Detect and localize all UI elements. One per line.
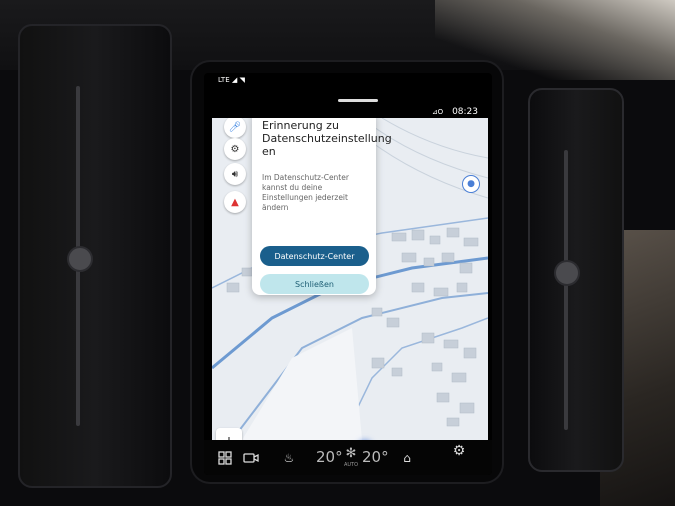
app-grid-icon[interactable] [216, 449, 234, 467]
privacy-center-button[interactable]: Datenschutz-Center [260, 246, 369, 266]
clock: 08:23 [452, 107, 478, 117]
left-vent-knob [67, 246, 93, 272]
network-indicator: LTE ◢ ◥ [218, 76, 245, 84]
infotainment-screen: LTE ◢ ◥ ⊿O 08:23 🎤︎ ⚙ 🔊︎ ▲ ● Erinnerung … [204, 73, 492, 475]
top-drawer-handle[interactable] [338, 99, 378, 102]
privacy-reminder-dialog: Erinnerung zu Datenschutzeinstellung en … [252, 118, 392, 295]
sound-icon[interactable]: 🔊︎ [224, 163, 246, 185]
camera-icon[interactable] [242, 449, 260, 467]
right-air-vent [528, 88, 624, 472]
passenger-seat-icon[interactable]: ⌂ [398, 449, 416, 467]
climate-settings-gear-icon[interactable]: ⚙ [450, 442, 468, 460]
fan-icon[interactable]: ✻ [344, 446, 358, 461]
settings-gear-icon[interactable]: ⚙ [224, 138, 246, 160]
driver-seat-heat-icon[interactable]: ♨ [280, 449, 298, 467]
status-bar: LTE ◢ ◥ [204, 73, 492, 91]
right-vent-knob [554, 260, 580, 286]
profile-icon[interactable]: ● [462, 175, 480, 193]
map-view[interactable]: 🎤︎ ⚙ 🔊︎ ▲ ● + − Erinnerung zu Datenschut… [212, 118, 488, 440]
dialog-message: Im Datenschutz-Center kannst du deine Ei… [262, 173, 349, 212]
zoom-controls: + − [216, 428, 242, 440]
compass-icon[interactable]: ▲ [224, 191, 246, 213]
climate-bar: ♨ 20° ✻ AUTO 20° ⌂ ⚙ [204, 440, 492, 475]
zoom-in-button[interactable]: + [216, 428, 242, 441]
left-air-vent [18, 24, 172, 488]
fan-auto-label: AUTO [344, 462, 359, 468]
status-right: ⊿O 08:23 [432, 107, 478, 117]
driver-temperature[interactable]: 20° [316, 448, 343, 466]
close-button[interactable]: Schließen [260, 274, 369, 294]
status-indicators: ⊿O [431, 108, 444, 116]
dialog-title: Erinnerung zu Datenschutzeinstellung en [262, 119, 392, 158]
passenger-temperature[interactable]: 20° [362, 448, 389, 466]
